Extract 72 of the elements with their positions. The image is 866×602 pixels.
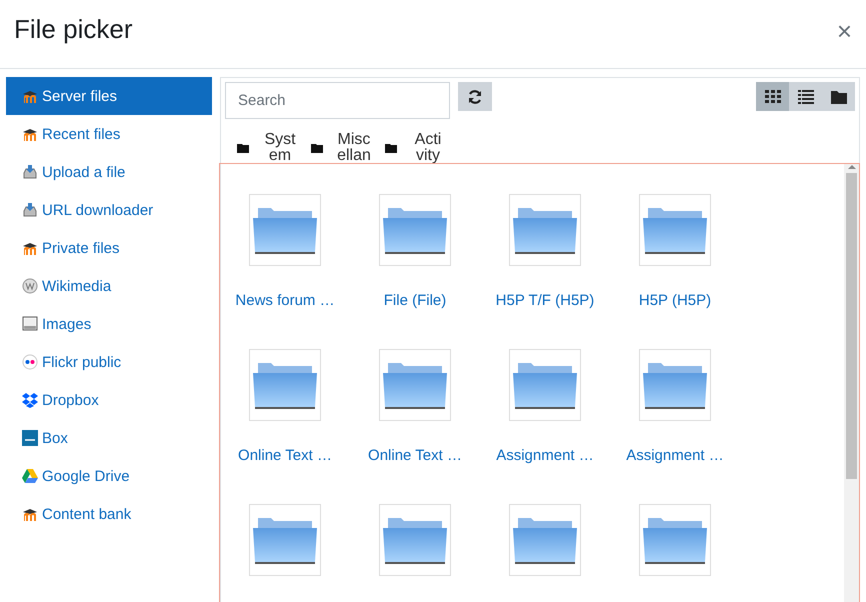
folder-icon — [383, 516, 447, 564]
list-icon — [798, 88, 814, 104]
folder-icon — [513, 361, 577, 409]
close-button[interactable]: × — [836, 16, 852, 47]
folder-icon — [830, 88, 846, 104]
folder-thumbnail[interactable] — [509, 504, 581, 576]
folder-thumbnail[interactable] — [509, 194, 581, 266]
folder-icon — [253, 516, 317, 564]
folder-thumbnail[interactable] — [509, 349, 581, 421]
file-name-link[interactable]: H5P (H5P) — [638, 292, 712, 309]
folder-icon — [253, 361, 317, 409]
repository-icon — [22, 163, 38, 181]
folder-icon — [383, 206, 447, 254]
repository-icon — [22, 315, 38, 333]
repository-icon — [22, 201, 38, 219]
breadcrumb-link[interactable]: System — [263, 132, 297, 164]
repository-item[interactable]: Google Drive — [6, 457, 212, 495]
folder-thumbnail[interactable] — [379, 504, 451, 576]
repository-item[interactable]: Box — [6, 419, 212, 457]
folder-thumbnail[interactable] — [249, 349, 321, 421]
folder-thumbnail[interactable] — [249, 504, 321, 576]
folder-thumbnail[interactable] — [379, 349, 451, 421]
folder-icon — [643, 361, 707, 409]
folder-icon — [643, 206, 707, 254]
folder-icon — [385, 142, 397, 154]
repository-item[interactable]: Server files — [6, 77, 212, 115]
file-name-link[interactable]: File (File) — [384, 292, 446, 309]
view-toggle-button[interactable] — [822, 82, 855, 111]
repository-item[interactable]: Content bank — [6, 495, 212, 533]
file-name-link[interactable]: Online Text … — [238, 447, 332, 464]
folder-thumbnail[interactable] — [379, 194, 451, 266]
repository-icon — [22, 353, 38, 371]
scroll-up-icon[interactable] — [848, 164, 856, 170]
folder-icon — [383, 361, 447, 409]
repository-item[interactable]: Flickr public — [6, 343, 212, 381]
repository-item[interactable]: Recent files — [6, 115, 212, 153]
refresh-icon — [467, 88, 483, 104]
scrollbar-thumb[interactable] — [846, 173, 857, 479]
refresh-button[interactable] — [458, 82, 492, 111]
repository-item[interactable]: Private files — [6, 229, 212, 267]
folder-thumbnail[interactable] — [639, 349, 711, 421]
dialog-title: File picker — [14, 14, 132, 44]
folder-icon — [237, 142, 249, 154]
repository-icon — [22, 429, 38, 447]
breadcrumb-link[interactable]: Miscellan — [337, 132, 371, 164]
repository-icon — [22, 277, 38, 295]
repository-icon — [22, 467, 38, 485]
repository-item[interactable]: Dropbox — [6, 381, 212, 419]
file-name-link[interactable]: Online Text … — [368, 447, 462, 464]
repository-item[interactable]: URL downloader — [6, 191, 212, 229]
file-name-link[interactable]: Assignment … — [496, 447, 594, 464]
grid-icon — [764, 88, 780, 104]
view-toggle-button[interactable] — [789, 82, 822, 111]
scrollbar[interactable] — [844, 164, 859, 602]
folder-icon — [643, 516, 707, 564]
file-name-link[interactable]: Assignment … — [626, 447, 724, 464]
repository-item[interactable]: Wikimedia — [6, 267, 212, 305]
folder-icon — [253, 206, 317, 254]
view-toggle-button[interactable] — [756, 82, 789, 111]
search-field[interactable]: Search — [225, 82, 450, 119]
folder-icon — [311, 142, 323, 154]
repository-item[interactable]: Images — [6, 305, 212, 343]
folder-icon — [513, 206, 577, 254]
breadcrumb-link[interactable]: Activity — [411, 132, 445, 164]
folder-thumbnail[interactable] — [639, 194, 711, 266]
folder-thumbnail[interactable] — [639, 504, 711, 576]
repository-item[interactable]: Upload a file — [6, 153, 212, 191]
folder-thumbnail[interactable] — [249, 194, 321, 266]
folder-icon — [513, 516, 577, 564]
repository-icon — [22, 391, 38, 409]
file-name-link[interactable]: News forum … — [235, 292, 335, 309]
file-name-link[interactable]: H5P T/F (H5P) — [496, 292, 594, 309]
